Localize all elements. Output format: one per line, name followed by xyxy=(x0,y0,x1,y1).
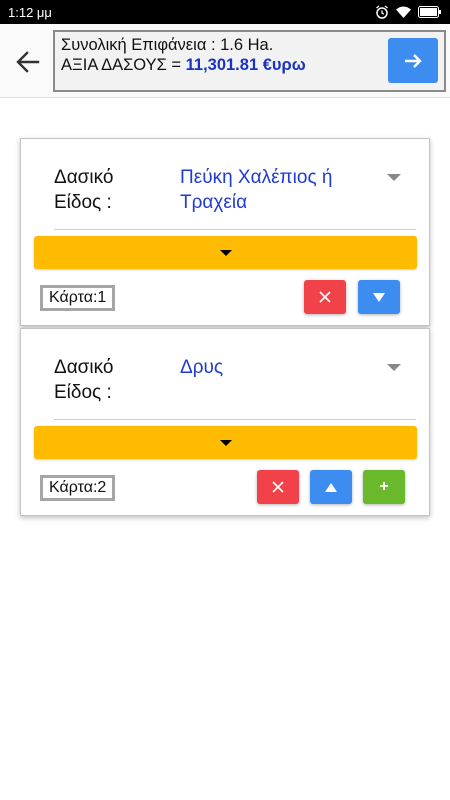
wifi-icon xyxy=(396,6,411,18)
species-label-line2: Είδος : xyxy=(54,382,112,403)
go-button[interactable] xyxy=(388,38,438,83)
triangle-up-icon xyxy=(325,482,337,492)
status-time: 1:12 μμ xyxy=(8,4,52,20)
chevron-down-icon[interactable] xyxy=(387,364,401,371)
close-icon xyxy=(319,291,331,303)
close-icon xyxy=(272,481,284,493)
arrow-left-icon[interactable] xyxy=(14,48,42,76)
card-number-badge: Κάρτα:2 xyxy=(40,475,116,501)
arrow-right-icon xyxy=(405,53,422,68)
divider xyxy=(54,419,416,420)
species-card: Δασικό Είδος : Δρυς Κάρτα:2 + xyxy=(20,328,430,516)
card-number-badge: Κάρτα:1 xyxy=(40,285,116,311)
battery-icon xyxy=(418,6,441,18)
species-label: Δασικό Είδος : xyxy=(54,355,113,405)
species-label-line2: Είδος : xyxy=(54,192,112,213)
total-area-text: Συνολική Επιφάνεια : 1.6 Ha. xyxy=(61,36,274,54)
caret-down-icon xyxy=(219,439,232,446)
app-bar: Συνολική Επιφάνεια : 1.6 Ha. ΑΞΙΑ ΔΑΣΟΥΣ… xyxy=(0,24,450,98)
species-label: Δασικό Είδος : xyxy=(54,165,113,215)
forest-value-row: ΑΞΙΑ ΔΑΣΟΥΣ = 11,301.81 €υρω xyxy=(61,55,438,75)
forest-value-label: ΑΞΙΑ ΔΑΣΟΥΣ = xyxy=(61,56,186,74)
expand-button[interactable] xyxy=(34,426,417,459)
chevron-down-icon[interactable] xyxy=(387,174,401,181)
delete-button[interactable] xyxy=(304,280,346,314)
forest-value-amount: 11,301.81 €υρω xyxy=(185,56,306,74)
move-up-button[interactable] xyxy=(310,470,352,504)
status-bar: 1:12 μμ xyxy=(0,0,450,24)
expand-button[interactable] xyxy=(34,236,417,269)
triangle-down-icon xyxy=(373,292,385,302)
species-select[interactable]: Πεύκη Χαλέπιος ή Τραχεία xyxy=(180,165,380,215)
delete-button[interactable] xyxy=(257,470,299,504)
species-label-line1: Δασικό xyxy=(54,357,114,378)
alarm-icon xyxy=(376,5,388,19)
divider xyxy=(54,229,416,230)
status-icons xyxy=(375,5,442,19)
species-label-line1: Δασικό xyxy=(54,167,114,188)
species-select[interactable]: Δρυς xyxy=(180,355,380,380)
add-button[interactable]: + xyxy=(363,470,405,504)
species-card: Δασικό Είδος : Πεύκη Χαλέπιος ή Τραχεία … xyxy=(20,138,430,326)
caret-down-icon xyxy=(219,249,232,256)
move-down-button[interactable] xyxy=(358,280,400,314)
